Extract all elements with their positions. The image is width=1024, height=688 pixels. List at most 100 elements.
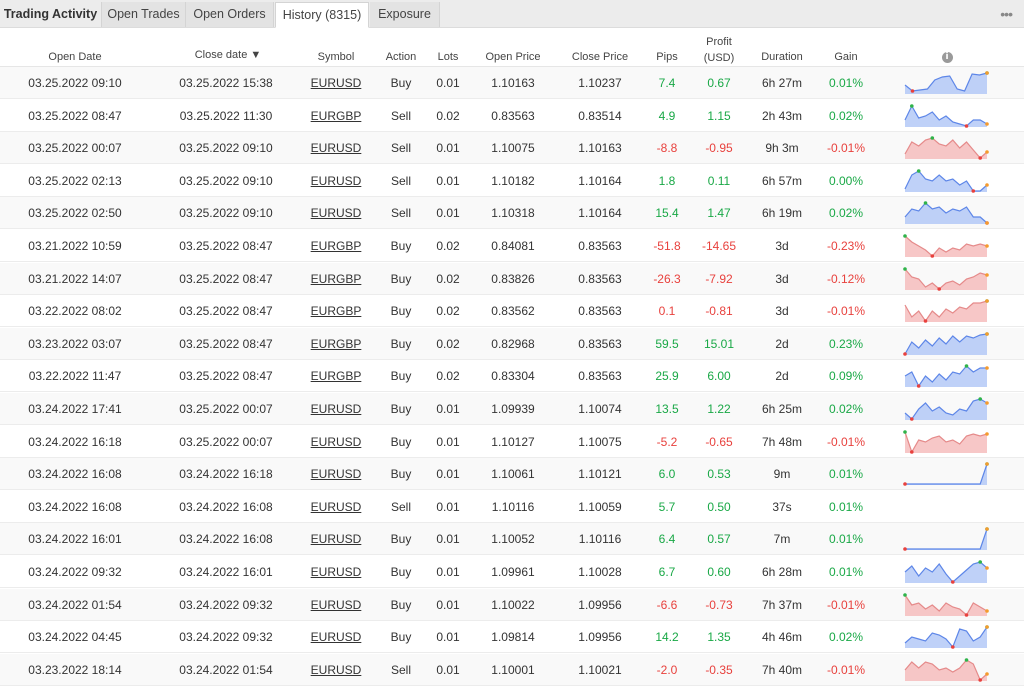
pips-cell: 7.4	[658, 76, 676, 90]
symbol-link[interactable]: EURGBP	[311, 337, 362, 351]
symbol-link[interactable]: EURUSD	[311, 630, 362, 644]
sparkline-min-marker	[903, 482, 907, 486]
sparkline-min-marker	[978, 677, 982, 682]
open-date-cell: 03.25.2022 09:10	[28, 76, 122, 90]
tab-open-trades[interactable]: Open Trades	[102, 2, 186, 27]
duration-cell-wrap: 6h 27m	[752, 67, 812, 99]
gain-cell-wrap: 0.01%	[823, 67, 869, 99]
symbol-link[interactable]: EURUSD	[311, 663, 362, 677]
symbol-link[interactable]: EURUSD	[311, 565, 362, 579]
tab-history[interactable]: History (8315)	[275, 2, 369, 28]
col-symbol[interactable]: Symbol	[306, 51, 366, 64]
action-cell: Buy	[390, 402, 412, 416]
symbol-link-wrap: EURUSD	[306, 132, 366, 164]
tab-open-orders[interactable]: Open Orders	[186, 2, 274, 27]
symbol-link[interactable]: EURGBP	[311, 304, 362, 318]
col-lots[interactable]: Lots	[428, 51, 468, 64]
symbol-link[interactable]: EURUSD	[311, 467, 362, 481]
sparkline-end-marker	[985, 366, 989, 371]
close-date-cell: 03.25.2022 00:07	[179, 434, 273, 449]
symbol-link[interactable]: EURUSD	[311, 206, 362, 220]
table-row: 03.25.2022 09:10 03.25.2022 15:38 EURUSD Bu…	[0, 67, 1024, 99]
ellipsis-icon[interactable]: •••	[1000, 6, 1013, 22]
pips-cell-wrap: -5.2	[647, 426, 687, 458]
profit-cell: 1.47	[707, 206, 731, 221]
gain-cell-wrap: 0.01%	[823, 458, 869, 490]
sparkline-min-marker	[910, 417, 914, 421]
tab-exposure[interactable]: Exposure	[370, 2, 440, 27]
lots-cell: 0.01	[436, 565, 460, 579]
col-close-date[interactable]: Close date ▼	[178, 49, 278, 62]
tab-trading-activity[interactable]: Trading Activity	[0, 2, 102, 27]
symbol-link[interactable]: EURGBP	[311, 109, 362, 123]
profit-cell-wrap: 0.53	[696, 458, 742, 490]
sparkline-area	[905, 627, 987, 649]
open-price-cell-wrap: 1.10075	[478, 132, 548, 164]
symbol-link[interactable]: EURUSD	[311, 598, 362, 612]
pips-cell-wrap: 6.0	[647, 458, 687, 490]
duration-cell: 6h 57m	[761, 173, 803, 188]
action-cell-wrap: Sell	[376, 165, 426, 197]
pips-cell: 5.7	[658, 499, 676, 514]
symbol-link[interactable]: EURGBP	[311, 272, 362, 286]
col-duration[interactable]: Duration	[752, 51, 812, 64]
symbol-link[interactable]: EURGBP	[311, 239, 362, 253]
gain-cell: 0.23%	[828, 336, 864, 351]
profit-cell-wrap: 1.35	[696, 621, 742, 653]
action-cell-wrap: Buy	[376, 67, 426, 99]
lots-cell-wrap: 0.01	[428, 491, 468, 523]
sparkline-line	[905, 463, 988, 485]
open-price-cell: 0.84081	[491, 239, 535, 253]
sparkline-end-marker	[985, 671, 989, 676]
sparkline-min-marker	[978, 156, 982, 160]
trade-sparkline	[903, 429, 989, 454]
symbol-link[interactable]: EURGBP	[311, 369, 362, 383]
sparkline-area	[905, 659, 987, 681]
symbol-link-wrap: EURUSD	[306, 654, 366, 686]
pips-cell: 6.7	[658, 565, 676, 579]
sparkline-end-marker	[985, 401, 989, 405]
close-date-cell: 03.25.2022 08:47	[179, 369, 273, 384]
symbol-link[interactable]: EURUSD	[311, 174, 362, 188]
symbol-link[interactable]: EURUSD	[311, 141, 362, 155]
action-cell-wrap: Sell	[376, 491, 426, 523]
action-cell-wrap: Buy	[376, 458, 426, 490]
col-gain[interactable]: Gain	[823, 51, 869, 64]
col-profit[interactable]: Profit (USD)	[696, 36, 742, 65]
open-price-cell-wrap: 1.09939	[478, 393, 548, 425]
col-open-date[interactable]: Open Date	[30, 51, 120, 64]
symbol-link[interactable]: EURUSD	[311, 402, 362, 416]
open-date-cell-wrap: 03.21.2022 14:07	[18, 263, 132, 295]
open-date-cell-wrap: 03.24.2022 16:08	[18, 491, 132, 523]
symbol-link[interactable]: EURUSD	[311, 76, 362, 90]
close-price-cell-wrap: 0.83563	[564, 230, 636, 262]
trade-sparkline	[903, 331, 989, 356]
gain-cell-wrap: -0.01%	[823, 426, 869, 458]
pips-cell-wrap: -26.3	[647, 263, 687, 295]
gain-cell: -0.01%	[826, 434, 866, 449]
trade-sparkline	[903, 234, 989, 258]
symbol-link-wrap: EURUSD	[306, 393, 366, 425]
symbol-link[interactable]: EURUSD	[311, 532, 362, 546]
pips-cell: -2.0	[656, 662, 678, 677]
col-pips[interactable]: Pips	[647, 51, 687, 64]
symbol-link[interactable]: EURUSD	[311, 435, 362, 449]
symbol-link[interactable]: EURUSD	[311, 500, 362, 514]
close-date-cell-wrap: 03.25.2022 15:38	[168, 67, 284, 99]
info-icon[interactable]: i	[941, 52, 953, 63]
open-price-cell-wrap: 1.10116	[478, 491, 548, 523]
col-close-price[interactable]: Close Price	[564, 51, 636, 64]
action-cell: Buy	[390, 532, 412, 547]
col-action[interactable]: Action	[376, 51, 426, 64]
duration-cell-wrap: 6h 28m	[752, 556, 812, 588]
action-cell: Buy	[390, 467, 412, 482]
lots-cell: 0.01	[436, 434, 460, 449]
gain-cell-wrap: -0.01%	[823, 132, 869, 164]
lots-cell-wrap: 0.01	[428, 165, 468, 197]
action-cell-wrap: Buy	[376, 263, 426, 295]
col-open-price[interactable]: Open Price	[478, 51, 548, 64]
gain-cell: 0.01%	[828, 76, 864, 90]
lots-cell: 0.01	[436, 402, 460, 416]
symbol-link-wrap: EURGBP	[306, 360, 366, 392]
duration-cell: 6h 28m	[761, 565, 803, 579]
